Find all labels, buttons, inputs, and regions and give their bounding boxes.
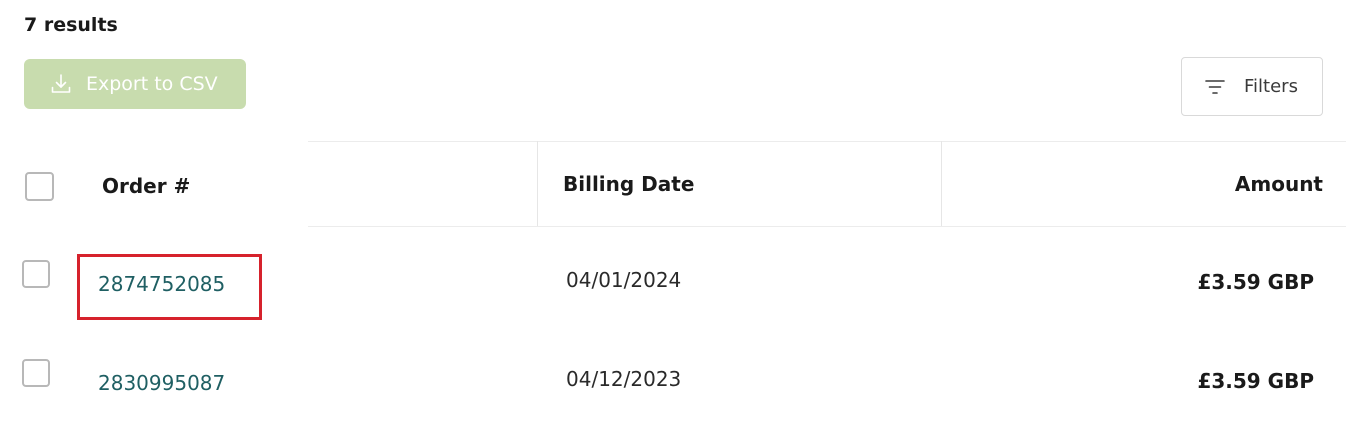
table-row: 2830995087 04/12/2023 £3.59 GBP (0, 327, 1346, 427)
table-header-row: Order # Billing Date Amount (0, 141, 1346, 227)
order-number-link[interactable]: 2874752085 (98, 272, 225, 296)
select-all-checkbox[interactable] (25, 172, 54, 201)
amount-cell: £3.59 GBP (1197, 369, 1314, 393)
row-checkbox[interactable] (22, 260, 50, 288)
column-divider (941, 141, 942, 226)
column-header-order[interactable]: Order # (102, 174, 190, 198)
header-divider-top (308, 141, 1346, 142)
filters-label: Filters (1244, 76, 1298, 97)
filter-lines-icon (1204, 78, 1226, 96)
table-row: 2874752085 04/01/2024 £3.59 GBP (0, 227, 1346, 327)
column-header-amount[interactable]: Amount (1235, 172, 1323, 196)
orders-table: Order # Billing Date Amount 2874752085 0… (0, 141, 1346, 446)
download-icon (50, 73, 72, 95)
column-header-billing-date[interactable]: Billing Date (563, 172, 694, 196)
filters-button[interactable]: Filters (1181, 57, 1323, 116)
results-count: 7 results (24, 14, 118, 36)
row-checkbox[interactable] (22, 359, 50, 387)
order-number-link[interactable]: 2830995087 (98, 371, 225, 395)
export-csv-label: Export to CSV (86, 73, 218, 95)
export-csv-button[interactable]: Export to CSV (24, 59, 246, 109)
column-divider (537, 141, 538, 226)
amount-cell: £3.59 GBP (1197, 270, 1314, 294)
billing-date-cell: 04/01/2024 (566, 268, 682, 292)
billing-date-cell: 04/12/2023 (566, 367, 682, 391)
